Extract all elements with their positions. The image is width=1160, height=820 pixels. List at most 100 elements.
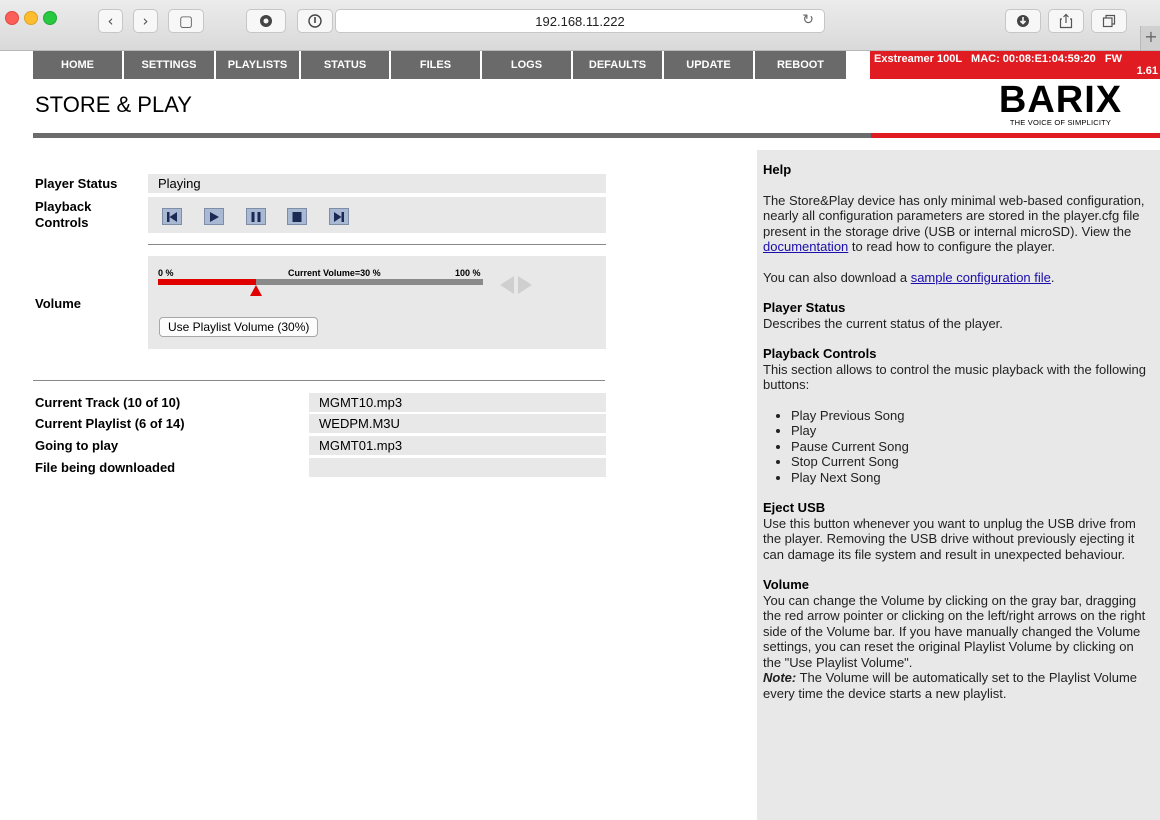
- help-volume-text: You can change the Volume by clicking on…: [763, 592, 1146, 670]
- documentation-link[interactable]: documentation: [763, 239, 848, 254]
- list-item: Stop Current Song: [791, 454, 1153, 470]
- stop-icon: [292, 211, 302, 222]
- nav-defaults[interactable]: DEFAULTS: [573, 51, 664, 79]
- volume-increase-arrow[interactable]: [518, 276, 532, 294]
- help-note-text: The Volume will be automatically set to …: [763, 670, 1138, 701]
- playback-controls-label: Playback Controls: [35, 199, 92, 230]
- header-divider-accent: [871, 133, 1160, 138]
- help-intro: The Store&Play device has only minimal w…: [763, 193, 1153, 255]
- sidebar-button[interactable]: ▢: [168, 9, 204, 33]
- new-tab-button[interactable]: +: [1140, 26, 1160, 50]
- volume-level-fill: [158, 279, 256, 285]
- play-button[interactable]: [204, 208, 224, 225]
- downloads-button[interactable]: [1005, 9, 1041, 33]
- shield-icon: [260, 15, 272, 27]
- nav-files[interactable]: FILES: [391, 51, 482, 79]
- nav-reboot[interactable]: REBOOT: [755, 51, 846, 79]
- nav-update[interactable]: UPDATE: [664, 51, 755, 79]
- header-divider: [33, 133, 871, 138]
- nav-status[interactable]: STATUS: [301, 51, 391, 79]
- volume-max-label: 100 %: [455, 268, 481, 278]
- help-download: You can also download a sample configura…: [763, 270, 1153, 286]
- help-eject-title: Eject USB: [763, 500, 826, 515]
- help-player-status-title: Player Status: [763, 300, 846, 315]
- section-divider: [148, 244, 606, 245]
- nav-logs[interactable]: LOGS: [482, 51, 573, 79]
- browser-toolbar: ‹ › ▢ 192.168.11.222 ↻ +: [0, 0, 1160, 51]
- stop-button[interactable]: [287, 208, 307, 225]
- next-button[interactable]: [329, 208, 349, 225]
- sample-config-link[interactable]: sample configuration file: [911, 270, 1051, 285]
- minimize-window-button[interactable]: [24, 11, 38, 25]
- barix-logo: BARIX THE VOICE OF SIMPLICITY: [988, 80, 1133, 135]
- help-eject-text: Use this button whenever you want to unp…: [763, 515, 1136, 562]
- help-playback-controls-title: Playback Controls: [763, 346, 877, 361]
- extension-button[interactable]: [246, 9, 286, 33]
- url-text: 192.168.11.222: [535, 14, 625, 29]
- nav-playlists[interactable]: PLAYLISTS: [216, 51, 301, 79]
- current-playlist-label: Current Playlist (6 of 14): [35, 416, 185, 431]
- main-nav: HOME SETTINGS PLAYLISTS STATUS FILES LOG…: [33, 51, 846, 79]
- volume-pointer[interactable]: [250, 285, 262, 296]
- previous-icon: [167, 211, 177, 222]
- volume-panel: 0 % Current Volume=30 % 100 % Use Playli…: [148, 256, 606, 349]
- list-item: Pause Current Song: [791, 439, 1153, 455]
- address-bar[interactable]: 192.168.11.222 ↻: [335, 9, 825, 33]
- download-icon: [1017, 15, 1029, 27]
- volume-label: Volume: [35, 296, 81, 311]
- nav-settings[interactable]: SETTINGS: [124, 51, 216, 79]
- current-track-value: MGMT10.mp3: [309, 393, 606, 412]
- tracks-divider: [33, 380, 605, 381]
- help-controls-list: Play Previous Song Play Pause Current So…: [763, 408, 1153, 486]
- page-title: STORE & PLAY: [35, 92, 192, 117]
- chevron-left-icon: ‹: [107, 12, 114, 30]
- back-button[interactable]: ‹: [98, 9, 123, 33]
- sidebar-icon: ▢: [178, 12, 194, 30]
- nav-home[interactable]: HOME: [33, 51, 124, 79]
- going-to-play-label: Going to play: [35, 438, 119, 453]
- help-volume-title: Volume: [763, 577, 809, 592]
- chevron-right-icon: ›: [142, 12, 149, 30]
- help-playback-controls-text: This section allows to control the music…: [763, 361, 1146, 393]
- play-icon: [210, 211, 219, 222]
- volume-min-label: 0 %: [158, 268, 174, 278]
- share-icon: [1059, 13, 1073, 29]
- forward-button[interactable]: ›: [133, 9, 158, 33]
- use-playlist-volume-button[interactable]: Use Playlist Volume (30%): [159, 317, 319, 337]
- list-item: Play Next Song: [791, 470, 1153, 486]
- list-item: Play: [791, 423, 1153, 439]
- file-downloading-value: [309, 458, 606, 477]
- share-button[interactable]: [1048, 9, 1084, 33]
- help-note: Note: The Volume will be automatically s…: [763, 670, 1153, 701]
- going-to-play-value: MGMT01.mp3: [309, 436, 606, 455]
- volume-bar[interactable]: [158, 279, 483, 285]
- device-info-banner: Exstreamer 100L MAC: 00:08:E1:04:59:20 F…: [870, 51, 1160, 79]
- firmware-version: 1.61: [1136, 65, 1158, 77]
- pause-icon: [251, 211, 261, 222]
- help-download-text: You can also download a: [763, 269, 911, 285]
- pause-button[interactable]: [246, 208, 266, 225]
- help-intro-text: The Store&Play device has only minimal w…: [763, 192, 1145, 239]
- help-intro-text-end: to read how to configure the player.: [848, 239, 1055, 254]
- next-icon: [334, 211, 344, 222]
- close-window-button[interactable]: [5, 11, 19, 25]
- player-status-value: Playing: [148, 174, 606, 193]
- help-panel: Help The Store&Play device has only mini…: [757, 150, 1160, 820]
- current-volume-label: Current Volume=30 %: [288, 268, 381, 278]
- current-track-label: Current Track (10 of 10): [35, 395, 181, 410]
- help-title: Help: [763, 162, 792, 177]
- help-note-label: Note:: [763, 670, 797, 685]
- info-icon: [308, 14, 322, 28]
- player-status-label: Player Status: [35, 176, 118, 191]
- list-item: Play Previous Song: [791, 408, 1153, 424]
- previous-button[interactable]: [162, 208, 182, 225]
- volume-decrease-arrow[interactable]: [500, 276, 514, 294]
- reload-icon[interactable]: ↻: [802, 12, 814, 28]
- zoom-window-button[interactable]: [43, 11, 57, 25]
- tabs-overview-button[interactable]: [1091, 9, 1127, 33]
- logo-wordmark: BARIX: [998, 79, 1123, 121]
- privacy-button[interactable]: [297, 9, 333, 33]
- tabs-icon: [1102, 14, 1116, 28]
- help-download-period: .: [1050, 269, 1055, 285]
- file-downloading-label: File being downloaded: [35, 460, 176, 475]
